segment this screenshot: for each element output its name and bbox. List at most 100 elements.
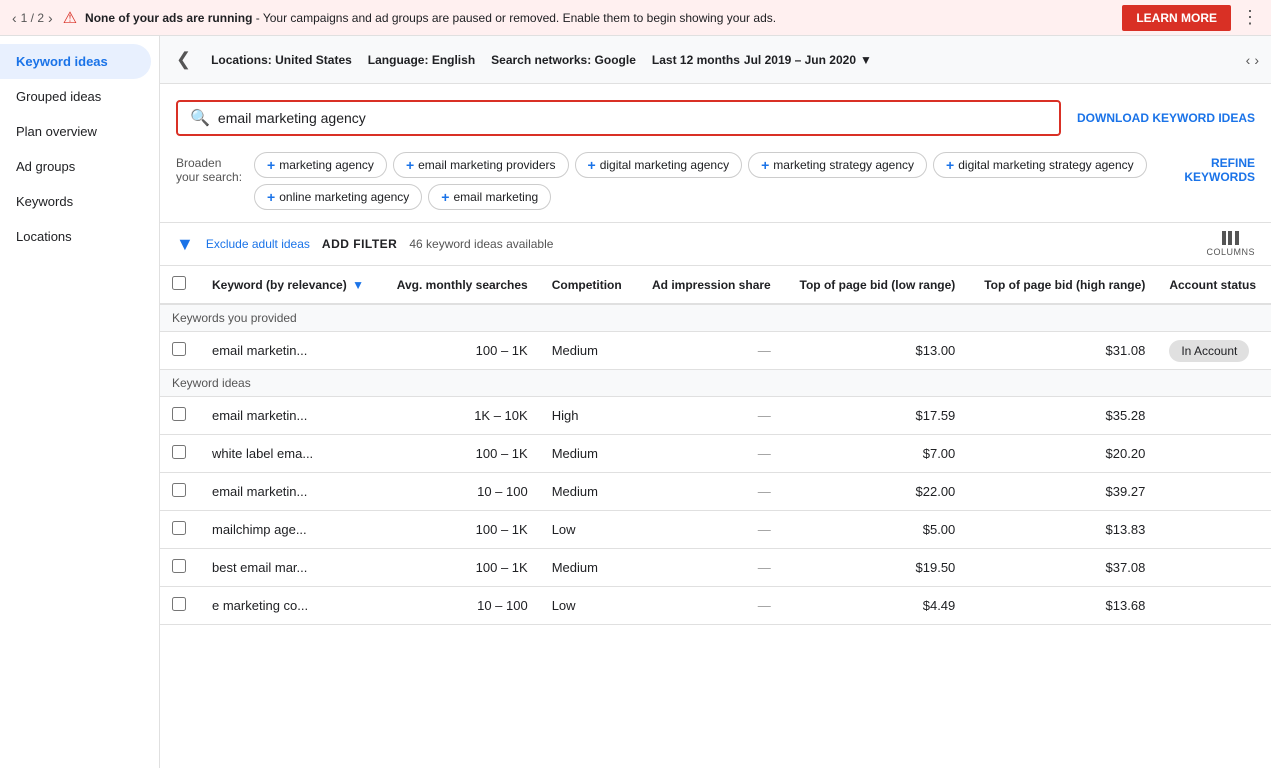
search-box: 🔍 <box>176 100 1061 136</box>
language-filter: Language: English <box>368 53 475 67</box>
chips-container: +marketing agency +email marketing provi… <box>254 152 1172 210</box>
section-keyword-ideas: Keyword ideas <box>160 370 1271 397</box>
keywords-table: Keyword (by relevance) ▼ Avg. monthly se… <box>160 266 1271 625</box>
chip-email-marketing-providers[interactable]: +email marketing providers <box>393 152 569 178</box>
section-header-label: Keywords you provided <box>160 304 1271 332</box>
sidebar: Keyword ideas Grouped ideas Plan overvie… <box>0 36 160 768</box>
table-row: email marketin... 10 – 100 Medium — $22.… <box>160 473 1271 511</box>
date-next-button[interactable]: › <box>1254 52 1259 68</box>
warning-icon: ⚠ <box>63 8 77 28</box>
main-content: ❮ Locations: United States Language: Eng… <box>160 36 1271 768</box>
sort-arrow-icon: ▼ <box>352 278 364 292</box>
ad-share-cell: — <box>636 332 783 370</box>
date-prev-button[interactable]: ‹ <box>1246 52 1251 68</box>
section-header-label: Keyword ideas <box>160 370 1271 397</box>
notif-rest: - Your campaigns and ad groups are pause… <box>252 11 776 25</box>
header-keyword[interactable]: Keyword (by relevance) ▼ <box>200 266 381 304</box>
keyword-cell: email marketin... <box>200 332 381 370</box>
row-checkbox[interactable] <box>172 521 186 535</box>
notif-bold: None of your ads are running <box>85 11 252 25</box>
collapse-button[interactable]: ❮ <box>172 45 195 74</box>
locations-filter: Locations: United States <box>211 53 352 67</box>
learn-more-button[interactable]: LEARN MORE <box>1122 5 1231 31</box>
row-checkbox[interactable] <box>172 483 186 497</box>
bid-low-cell: $13.00 <box>783 332 968 370</box>
row-checkbox[interactable] <box>172 407 186 421</box>
header-account-status: Account status <box>1157 266 1271 304</box>
avg-searches-cell: 100 – 1K <box>381 332 540 370</box>
search-wrapper: 🔍 <box>176 100 1061 136</box>
search-area: 🔍 DOWNLOAD KEYWORD IDEAS <box>160 84 1271 144</box>
in-account-badge: In Account <box>1169 340 1249 362</box>
table-toolbar: ▼ Exclude adult ideas ADD FILTER 46 keyw… <box>160 223 1271 266</box>
table-row: email marketin... 100 – 1K Medium — $13.… <box>160 332 1271 370</box>
search-row: 🔍 DOWNLOAD KEYWORD IDEAS <box>176 100 1255 136</box>
filter-bar: ❮ Locations: United States Language: Eng… <box>160 36 1271 84</box>
header-bid-high[interactable]: Top of page bid (high range) <box>967 266 1157 304</box>
row-checkbox-cell <box>160 332 200 370</box>
chip-email-marketing[interactable]: +email marketing <box>428 184 551 210</box>
chip-marketing-agency[interactable]: +marketing agency <box>254 152 387 178</box>
notification-nav: ‹ 1 / 2 › <box>12 10 53 26</box>
more-options-icon[interactable]: ⋮ <box>1241 7 1259 28</box>
row-checkbox[interactable] <box>172 597 186 611</box>
keyword-cell: white label ema... <box>200 435 381 473</box>
header-bid-low[interactable]: Top of page bid (low range) <box>783 266 968 304</box>
notification-bar: ‹ 1 / 2 › ⚠ None of your ads are running… <box>0 0 1271 36</box>
keyword-cell: mailchimp age... <box>200 511 381 549</box>
row-checkbox[interactable] <box>172 445 186 459</box>
keyword-cell: e marketing co... <box>200 587 381 625</box>
table-row: best email mar... 100 – 1K Medium — $19.… <box>160 549 1271 587</box>
filter-icon: ▼ <box>176 234 194 255</box>
table-row: white label ema... 100 – 1K Medium — $7.… <box>160 435 1271 473</box>
search-networks-filter: Search networks: Google <box>491 53 636 67</box>
select-all-checkbox[interactable] <box>172 276 186 290</box>
section-keywords-provided: Keywords you provided <box>160 304 1271 332</box>
header-competition[interactable]: Competition <box>540 266 637 304</box>
keyword-cell: best email mar... <box>200 549 381 587</box>
bid-high-cell: $31.08 <box>967 332 1157 370</box>
status-cell: In Account <box>1157 332 1271 370</box>
notif-page: 1 / 2 <box>21 11 44 25</box>
columns-label: COLUMNS <box>1206 247 1255 257</box>
keyword-cell: email marketin... <box>200 473 381 511</box>
search-input[interactable] <box>218 110 1047 126</box>
row-checkbox[interactable] <box>172 559 186 573</box>
sidebar-item-keywords[interactable]: Keywords <box>0 184 151 219</box>
chip-digital-marketing-strategy-agency[interactable]: +digital marketing strategy agency <box>933 152 1147 178</box>
sidebar-item-locations[interactable]: Locations <box>0 219 151 254</box>
chip-marketing-strategy-agency[interactable]: +marketing strategy agency <box>748 152 927 178</box>
table-header-row: Keyword (by relevance) ▼ Avg. monthly se… <box>160 266 1271 304</box>
exclude-adults-link[interactable]: Exclude adult ideas <box>206 237 310 251</box>
download-keyword-ideas-button[interactable]: DOWNLOAD KEYWORD IDEAS <box>1077 111 1255 125</box>
competition-cell: Medium <box>540 332 637 370</box>
chip-digital-marketing-agency[interactable]: +digital marketing agency <box>575 152 743 178</box>
notif-prev-button[interactable]: ‹ <box>12 10 17 26</box>
header-checkbox-cell <box>160 266 200 304</box>
search-icon: 🔍 <box>190 108 210 128</box>
date-range-filter[interactable]: Last 12 months Jul 2019 – Jun 2020 ▼ <box>652 53 872 67</box>
date-nav-arrows: ‹ › <box>1246 52 1259 68</box>
sidebar-item-grouped-ideas[interactable]: Grouped ideas <box>0 79 151 114</box>
keywords-table-container: Keyword (by relevance) ▼ Avg. monthly se… <box>160 266 1271 768</box>
header-avg-searches[interactable]: Avg. monthly searches <box>381 266 540 304</box>
keyword-cell: email marketin... <box>200 397 381 435</box>
ideas-count: 46 keyword ideas available <box>409 237 553 251</box>
broaden-label: Broaden your search: <box>176 152 242 184</box>
notification-text: None of your ads are running - Your camp… <box>85 11 1122 25</box>
sidebar-item-keyword-ideas[interactable]: Keyword ideas <box>0 44 151 79</box>
row-checkbox[interactable] <box>172 342 186 356</box>
table-row: mailchimp age... 100 – 1K Low — $5.00 $1… <box>160 511 1271 549</box>
table-row: email marketin... 1K – 10K High — $17.59… <box>160 397 1271 435</box>
chevron-down-icon: ▼ <box>860 53 872 67</box>
sidebar-item-ad-groups[interactable]: Ad groups <box>0 149 151 184</box>
header-ad-impression-share[interactable]: Ad impression share <box>636 266 783 304</box>
add-filter-button[interactable]: ADD FILTER <box>322 237 397 251</box>
table-row: e marketing co... 10 – 100 Low — $4.49 $… <box>160 587 1271 625</box>
refine-keywords-button[interactable]: REFINE KEYWORDS <box>1184 152 1255 184</box>
sidebar-item-plan-overview[interactable]: Plan overview <box>0 114 151 149</box>
broaden-search-section: Broaden your search: +marketing agency +… <box>160 144 1271 223</box>
chip-online-marketing-agency[interactable]: +online marketing agency <box>254 184 422 210</box>
columns-button[interactable]: COLUMNS <box>1206 231 1255 257</box>
notif-next-button[interactable]: › <box>48 10 53 26</box>
